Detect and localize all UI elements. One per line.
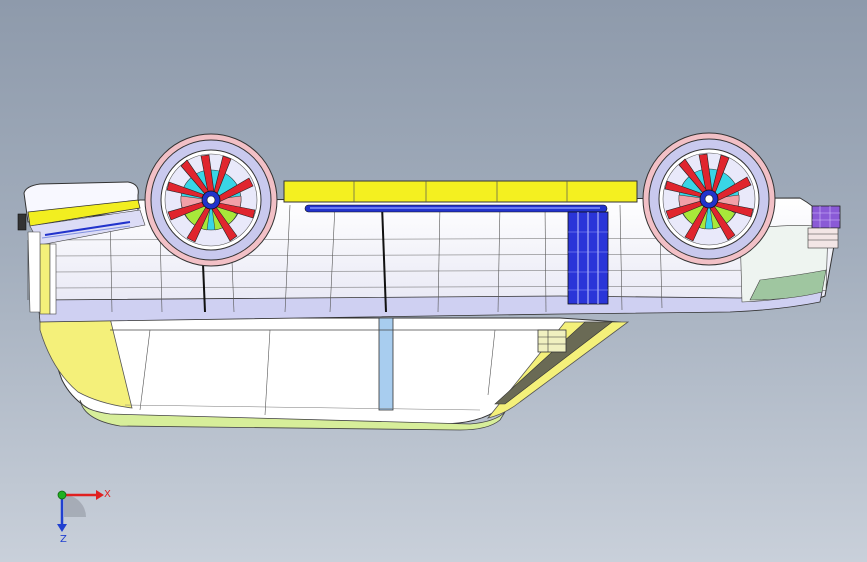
axis-triad[interactable]: X Z	[57, 489, 111, 545]
triad-plane	[64, 495, 86, 517]
top-yellow-strip	[283, 180, 638, 203]
cad-viewport[interactable]: X Z	[0, 0, 867, 562]
x-axis-arrowhead	[96, 490, 104, 500]
x-axis-label: X	[104, 489, 111, 500]
car-roof	[39, 317, 630, 431]
z-axis-arrowhead	[57, 524, 67, 532]
rear-lamp	[807, 205, 841, 249]
underbody-rail	[304, 204, 608, 213]
car-model-canvas: X Z	[17, 132, 841, 545]
wheel-front	[144, 133, 278, 267]
wheel-rear	[642, 132, 776, 266]
z-axis-label: Z	[60, 534, 67, 545]
y-axis-dot	[57, 490, 67, 500]
roof-bracket	[537, 329, 567, 353]
battery-grid-panel	[567, 211, 609, 305]
